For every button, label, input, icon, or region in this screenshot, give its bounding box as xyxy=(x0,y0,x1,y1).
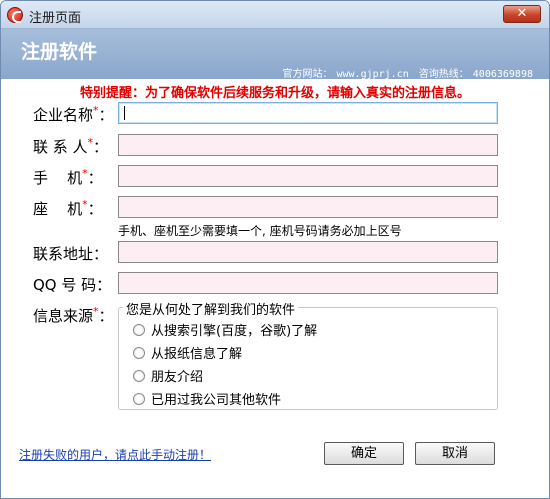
field-label-address: 联系地址： xyxy=(33,245,109,263)
banner-title: 注册软件 xyxy=(21,41,98,63)
hotline-label: 咨询热线： xyxy=(418,69,469,80)
field-label-qq: QQ 号 码： xyxy=(33,276,112,294)
app-logo-icon xyxy=(7,7,23,23)
window-title: 注册页面 xyxy=(29,11,82,26)
source-option-friend[interactable]: 朋友介绍 xyxy=(133,366,203,385)
title-bar[interactable]: 注册页面 ✕ xyxy=(1,1,549,29)
company-name-input[interactable] xyxy=(118,102,498,124)
source-legend: 您是从何处了解到我们的软件 xyxy=(123,299,299,318)
site-value: www.gjprj.cn xyxy=(336,69,409,80)
source-option-other-software[interactable]: 已用过我公司其他软件 xyxy=(133,389,281,408)
field-label-landline: 座 机*： xyxy=(33,198,103,218)
landline-input[interactable] xyxy=(118,196,498,218)
ok-button[interactable]: 确定 xyxy=(324,442,404,465)
contact-info: 官方网站： www.gjprj.cn 咨询热线： 4006369898 xyxy=(279,65,534,80)
field-label-contact: 联 系 人*： xyxy=(33,136,109,156)
address-input[interactable] xyxy=(118,241,498,263)
field-label-source: 信息来源*： xyxy=(33,305,114,325)
radio-icon[interactable] xyxy=(133,323,145,336)
field-label-mobile: 手 机*： xyxy=(33,167,103,187)
radio-icon[interactable] xyxy=(133,346,145,359)
hotline-value: 4006369898 xyxy=(472,69,533,80)
close-button[interactable]: ✕ xyxy=(503,5,541,23)
manual-register-link[interactable]: 注册失败的用户，请点此手动注册！ xyxy=(19,446,211,463)
radio-icon[interactable] xyxy=(133,392,145,405)
register-window: 注册页面 ✕ 注册软件 官方网站： www.gjprj.cn 咨询热线： 40063… xyxy=(0,0,550,499)
radio-icon[interactable] xyxy=(133,369,145,382)
contact-person-input[interactable] xyxy=(118,134,498,156)
source-option-newspaper[interactable]: 从报纸信息了解 xyxy=(133,343,242,362)
notice-text: 特别提醒：为了确保软件后续服务和升级，请输入真实的注册信息。 xyxy=(79,86,470,101)
mobile-input[interactable] xyxy=(118,165,498,187)
source-group: 您是从何处了解到我们的软件 从搜索引擎(百度，谷歌)了解 从报纸信息了解 朋友介… xyxy=(118,299,498,410)
field-label-company: 企业名称*： xyxy=(33,104,114,124)
cancel-button[interactable]: 取消 xyxy=(415,442,495,465)
header-banner: 注册软件 官方网站： www.gjprj.cn 咨询热线： 4006369898 xyxy=(1,29,549,80)
source-option-search-engine[interactable]: 从搜索引擎(百度，谷歌)了解 xyxy=(133,320,317,339)
site-label: 官方网站： xyxy=(282,69,333,80)
phone-hint: 手机、座机至少需要填一个, 座机号码请务必加上区号 xyxy=(118,224,402,238)
qq-input[interactable] xyxy=(118,272,498,294)
